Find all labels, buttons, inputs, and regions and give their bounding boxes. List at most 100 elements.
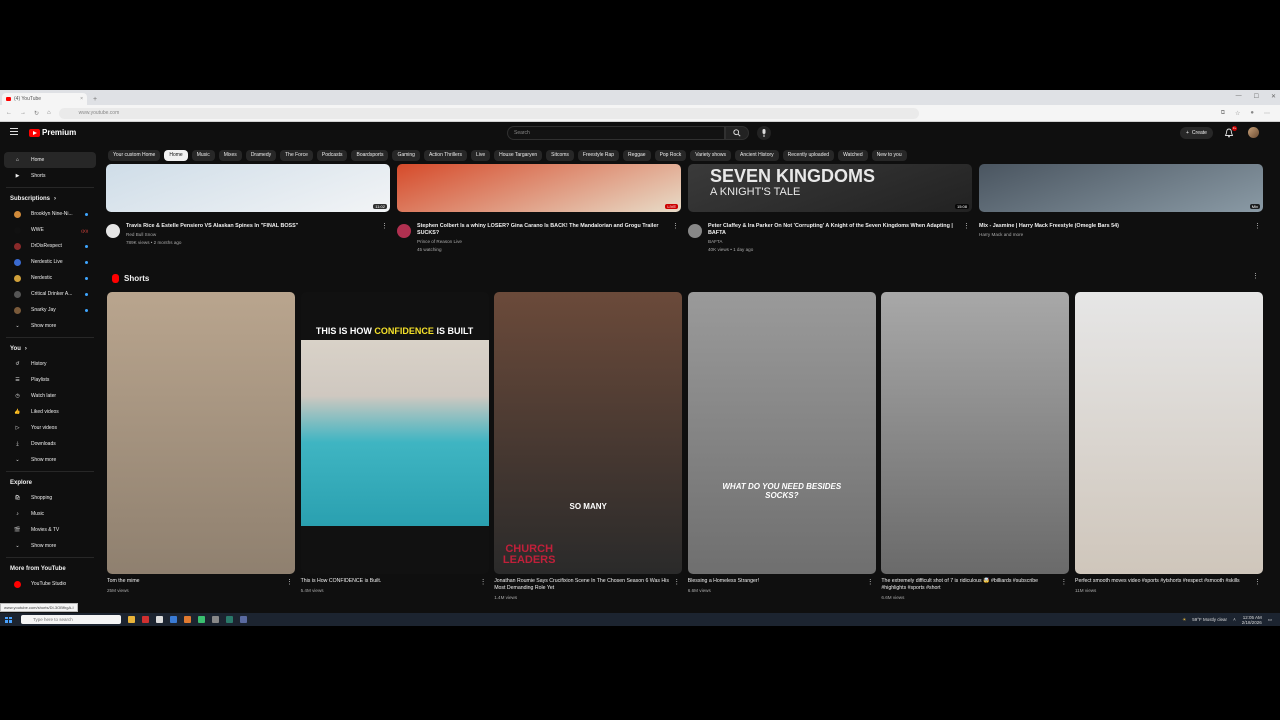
chip-19[interactable]: Watched	[838, 150, 868, 161]
sidebar-subscription[interactable]: Critical Drinker A...	[4, 286, 96, 302]
reload-icon[interactable]: ↻	[34, 110, 39, 117]
sidebar-item-movies-tv[interactable]: 🎬 Movies & TV	[4, 522, 96, 538]
chip-15[interactable]: Pop Rock	[654, 150, 687, 161]
sidebar-subscription[interactable]: Snarky Jay	[4, 302, 96, 318]
subscriptions-heading[interactable]: Subscriptions ›	[0, 192, 100, 206]
short-thumbnail[interactable]	[881, 292, 1070, 574]
sidebar-item-liked-videos[interactable]: 👍 Liked videos	[4, 404, 96, 420]
maximize-icon[interactable]: ☐	[1254, 93, 1259, 100]
chip-20[interactable]: New to you	[871, 150, 907, 161]
channel-avatar[interactable]	[106, 224, 120, 238]
tray-chevron-icon[interactable]: ˄	[1233, 617, 1236, 622]
short-thumbnail[interactable]: WHAT DO YOU NEED BESIDES SOCKS?	[687, 292, 876, 574]
video-title[interactable]: Travis Rice & Estelle Pensiero VS Alaska…	[126, 223, 376, 230]
chip-17[interactable]: Ancient History	[735, 150, 779, 161]
spotify-icon[interactable]	[198, 616, 205, 623]
sidebar-subscription[interactable]: Nerdestic	[4, 270, 96, 286]
chip-10[interactable]: Live	[470, 150, 491, 161]
short-thumbnail[interactable]: THIS IS HOW CONFIDENCE IS BUILT	[300, 292, 489, 574]
short-menu-icon[interactable]: ⋮	[867, 578, 874, 586]
video-card[interactable]: SEVEN KINGDOMS A KNIGHT'S TALE 15:08 Peter …	[688, 164, 972, 252]
video-card[interactable]: LIVE Stephen Colbert Is a whiny LOSER? Gi…	[397, 164, 681, 252]
show-more-explore[interactable]: ⌄ Show more	[4, 538, 96, 554]
search-button[interactable]	[725, 126, 749, 140]
short-thumbnail[interactable]	[107, 292, 295, 574]
profile-icon[interactable]: ●	[1250, 110, 1254, 117]
sidebar-subscription[interactable]: Brooklyn Nine-Ni...	[4, 206, 96, 222]
video-title[interactable]: Stephen Colbert Is a whiny LOSER? Gina C…	[417, 223, 667, 237]
browser-tab[interactable]: (4) YouTube ×	[2, 93, 87, 105]
sidebar-subscription[interactable]: WWE ((•))	[4, 222, 96, 238]
short-menu-icon[interactable]: ⋮	[673, 578, 680, 586]
short-title[interactable]: This is How CONFIDENCE is Built.	[301, 578, 479, 585]
short-title[interactable]: Blessing a Homeless Stranger!	[688, 578, 866, 585]
create-button[interactable]: + Create	[1180, 127, 1213, 139]
video-menu-icon[interactable]: ⋮	[1254, 222, 1261, 230]
chip-5[interactable]: The Force	[280, 150, 313, 161]
chip-16[interactable]: Variety shows	[690, 150, 732, 161]
notepad-icon[interactable]	[156, 616, 163, 623]
short-title[interactable]: Tom the mime	[107, 578, 285, 585]
sidebar-item-music[interactable]: ♪ Music	[4, 506, 96, 522]
weather-text[interactable]: 59°F Mostly clear	[1192, 617, 1227, 622]
chip-18[interactable]: Recently uploaded	[782, 150, 835, 161]
new-tab-icon[interactable]: +	[93, 96, 97, 103]
you-heading[interactable]: You ›	[0, 342, 100, 356]
menu-icon[interactable]: ⋯	[1264, 110, 1270, 117]
home-browser-icon[interactable]: ⌂	[47, 110, 51, 116]
bookmark-star-icon[interactable]: ☆	[1235, 110, 1240, 117]
sidebar-item-home[interactable]: ⌂ Home	[4, 152, 96, 168]
video-title[interactable]: Peter Claffey & Ira Parker On Not 'Corru…	[708, 223, 958, 237]
search-input[interactable]: Search	[507, 126, 725, 140]
video-card[interactable]: Mix Mix - Jasmine | Harry Mack Freestyle …	[979, 164, 1263, 237]
terminal-icon[interactable]	[240, 616, 247, 623]
windows-start-icon[interactable]	[5, 616, 12, 623]
channel-name[interactable]: Harry Mack and more	[979, 230, 1023, 239]
chip-0[interactable]: Your custom Home	[108, 150, 161, 161]
video-thumbnail[interactable]: SEVEN KINGDOMS A KNIGHT'S TALE 15:08	[688, 164, 972, 212]
chip-7[interactable]: Boardsports	[351, 150, 389, 161]
sidebar-item-your-videos[interactable]: ▷ Your videos	[4, 420, 96, 436]
steam-icon[interactable]	[170, 616, 177, 623]
sidebar-item-downloads[interactable]: ⤓ Downloads	[4, 436, 96, 452]
sidebar-item-watch-later[interactable]: ◷ Watch later	[4, 388, 96, 404]
short-title[interactable]: The extremely difficult shot of 7 is rid…	[881, 578, 1059, 592]
sidebar-item-youtube-studio[interactable]: YouTube Studio	[4, 576, 96, 592]
chip-1[interactable]: Home	[164, 150, 188, 161]
sidebar-item-shopping[interactable]: 🛍 Shopping	[4, 490, 96, 506]
short-thumbnail[interactable]: SO MANY CHURCH LEADERS	[494, 292, 683, 574]
sidebar-subscription[interactable]: DrDisRespect	[4, 238, 96, 254]
show-more-you[interactable]: ⌄ Show more	[4, 452, 96, 468]
file-explorer-icon[interactable]	[128, 616, 135, 623]
channel-avatar[interactable]	[397, 224, 411, 238]
sidebar-item-history[interactable]: ↺ History	[4, 356, 96, 372]
forward-icon[interactable]: →	[20, 110, 26, 116]
chip-13[interactable]: Freestyle Rap	[577, 150, 620, 161]
video-thumbnail[interactable]: Mix	[979, 164, 1263, 212]
weather-icon[interactable]: ☀	[1182, 617, 1186, 623]
video-thumbnail[interactable]: 11:02	[106, 164, 390, 212]
shorts-shelf-menu-icon[interactable]: ⋮	[1252, 272, 1259, 280]
channel-avatar[interactable]	[688, 224, 702, 238]
notification-center-icon[interactable]: ▭	[1268, 617, 1272, 623]
video-menu-icon[interactable]: ⋮	[963, 222, 970, 230]
video-title[interactable]: Mix - Jasmine | Harry Mack Freestyle (Om…	[979, 223, 1229, 230]
chip-6[interactable]: Podcasts	[316, 150, 348, 161]
chip-14[interactable]: Reggae	[623, 150, 651, 161]
chip-4[interactable]: Dramedy	[245, 150, 277, 161]
sidebar-item-shorts[interactable]: ▶ Shorts	[4, 168, 96, 184]
video-menu-icon[interactable]: ⋮	[381, 222, 388, 230]
video-card[interactable]: 11:02 Travis Rice & Estelle Pensiero VS A…	[106, 164, 390, 245]
short-menu-icon[interactable]: ⋮	[286, 578, 293, 586]
sidebar-item-playlists[interactable]: ☰ Playlists	[4, 372, 96, 388]
chip-2[interactable]: Music	[191, 150, 215, 161]
sidebar-subscription[interactable]: Nerdestic Live	[4, 254, 96, 270]
extensions-icon[interactable]: ⧉	[1221, 110, 1225, 117]
chip-9[interactable]: Action Thrillers	[423, 150, 467, 161]
short-title[interactable]: Jonathan Roumie Says Crucifixion Scene I…	[494, 578, 672, 592]
video-menu-icon[interactable]: ⋮	[672, 222, 679, 230]
short-menu-icon[interactable]: ⋮	[1060, 578, 1067, 586]
back-icon[interactable]: ←	[6, 110, 12, 116]
youtube-logo[interactable]: Premium	[29, 128, 76, 137]
video-thumbnail[interactable]: LIVE	[397, 164, 681, 212]
